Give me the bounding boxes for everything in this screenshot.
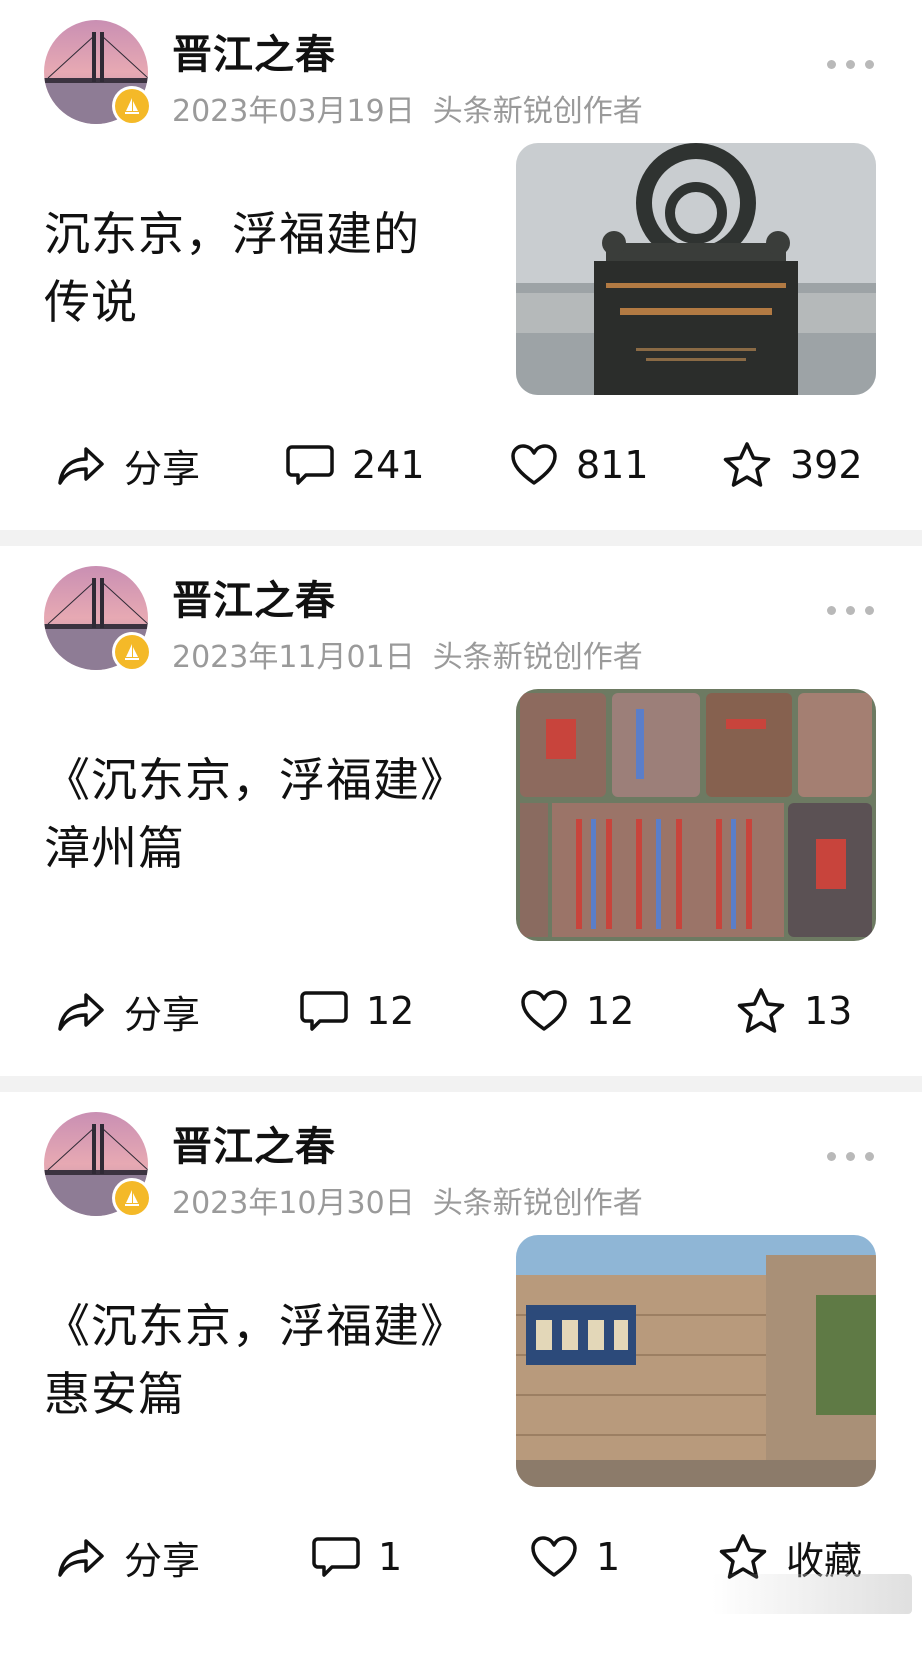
avatar[interactable] [44,566,152,672]
heart-icon [531,1536,577,1577]
post-meta: 2023年03月19日 头条新锐创作者 [172,86,643,130]
post-meta: 2023年11月01日 头条新锐创作者 [172,632,643,676]
like-count: 12 [586,989,635,1033]
author-role: 头条新锐创作者 [432,1186,643,1221]
like-count: 811 [576,443,649,487]
action-bar: 分享 241 811 392 [0,430,922,500]
comment-bubble-icon [300,991,348,1031]
share-label: 分享 [124,446,201,491]
more-dots-icon[interactable] [827,1152,874,1161]
comment-button[interactable]: 12 [300,976,414,1046]
favorite-button[interactable]: 392 [722,430,863,500]
favorite-count: 392 [790,443,863,487]
post-card[interactable]: 晋江之春 2023年03月19日 头条新锐创作者 沉东京，浮福建的 传说 分享 … [0,0,922,530]
star-icon [737,988,785,1033]
avatar[interactable] [44,1112,152,1218]
post-title[interactable]: 《沉东京，浮福建》 惠安篇 [44,1292,484,1428]
post-thumbnail[interactable] [516,689,876,941]
sail-badge-icon [112,86,152,126]
heart-icon [521,990,567,1031]
like-button[interactable]: 811 [510,430,649,500]
action-bar: 分享 12 12 13 [0,976,922,1046]
post-title-line: 漳州篇 [44,821,185,875]
post-date: 2023年03月19日 [172,94,415,129]
comment-button[interactable]: 1 [312,1522,402,1592]
post-title-line: 《沉东京，浮福建》 [44,1299,467,1353]
post-meta: 2023年10月30日 头条新锐创作者 [172,1178,643,1222]
share-button[interactable]: 分享 [56,976,200,1046]
share-button[interactable]: 分享 [56,1522,200,1592]
avatar[interactable] [44,20,152,126]
share-arrow-icon [58,447,104,485]
author-role: 头条新锐创作者 [432,94,643,129]
sail-badge-icon [112,1178,152,1218]
post-title-line: 惠安篇 [44,1367,185,1421]
share-arrow-icon [58,993,104,1031]
sail-badge-icon [112,632,152,672]
post-date: 2023年11月01日 [172,640,415,675]
share-label: 分享 [124,1538,201,1583]
watermark [712,1574,912,1614]
author-name[interactable]: 晋江之春 [172,1114,336,1172]
card-separator [0,530,922,546]
post-card[interactable]: 晋江之春 2023年10月30日 头条新锐创作者 《沉东京，浮福建》 惠安篇 分… [0,1092,922,1622]
post-thumbnail[interactable] [516,143,876,395]
comment-count: 1 [378,1535,403,1579]
comment-bubble-icon [312,1537,360,1577]
more-dots-icon[interactable] [827,606,874,615]
favorite-count: 13 [804,989,853,1033]
like-button[interactable]: 1 [530,1522,620,1592]
favorite-button[interactable]: 13 [736,976,852,1046]
post-title-line: 沉东京，浮福建的 [44,207,420,261]
share-button[interactable]: 分享 [56,430,200,500]
share-label: 分享 [124,992,201,1037]
like-button[interactable]: 12 [520,976,634,1046]
post-title-line: 《沉东京，浮福建》 [44,753,467,807]
comment-count: 241 [352,443,425,487]
post-card[interactable]: 晋江之春 2023年11月01日 头条新锐创作者 《沉东京，浮福建》 漳州篇 分… [0,546,922,1076]
card-separator [0,1076,922,1092]
post-title[interactable]: 沉东京，浮福建的 传说 [44,200,484,336]
post-thumbnail[interactable] [516,1235,876,1487]
like-count: 1 [596,1535,621,1579]
star-icon [723,442,771,487]
comment-button[interactable]: 241 [286,430,425,500]
post-date: 2023年10月30日 [172,1186,415,1221]
author-name[interactable]: 晋江之春 [172,568,336,626]
more-dots-icon[interactable] [827,60,874,69]
post-title[interactable]: 《沉东京，浮福建》 漳州篇 [44,746,484,882]
author-name[interactable]: 晋江之春 [172,22,336,80]
comment-bubble-icon [286,445,334,485]
heart-icon [511,444,557,485]
post-title-line: 传说 [44,275,138,329]
share-arrow-icon [58,1539,104,1577]
author-role: 头条新锐创作者 [432,640,643,675]
comment-count: 12 [366,989,415,1033]
feed: 晋江之春 2023年03月19日 头条新锐创作者 沉东京，浮福建的 传说 分享 … [0,0,922,1622]
